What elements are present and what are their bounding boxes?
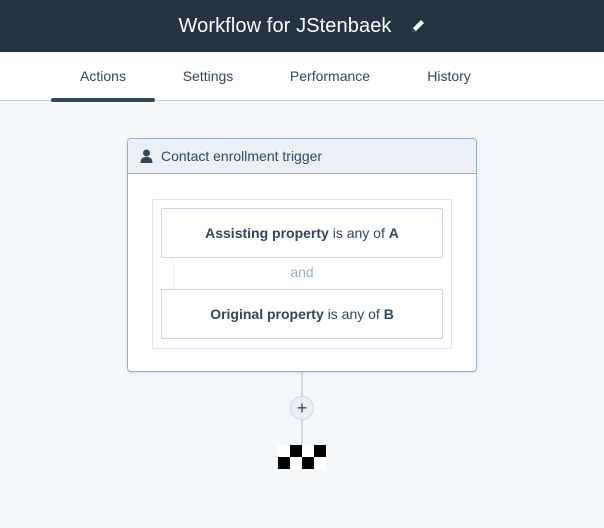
filter-group: Assisting property is any of A and Origi… — [152, 199, 452, 349]
tab-history[interactable]: History — [414, 52, 484, 100]
filter-original-property[interactable]: Original property is any of B — [161, 289, 443, 339]
pencil-icon[interactable] — [410, 18, 426, 34]
filter-operator: is any of — [332, 225, 385, 241]
plus-icon[interactable]: + — [290, 396, 314, 420]
tab-bar: Actions Settings Performance History — [0, 52, 604, 102]
filter-property: Original property — [210, 306, 324, 322]
filter-assisting-property[interactable]: Assisting property is any of A — [161, 208, 443, 258]
filter-property: Assisting property — [205, 225, 329, 241]
tab-actions[interactable]: Actions — [51, 52, 155, 102]
trigger-title: Contact enrollment trigger — [161, 148, 323, 164]
enrollment-trigger-card[interactable]: Contact enrollment trigger Assisting pro… — [127, 138, 477, 372]
tab-performance[interactable]: Performance — [280, 52, 380, 100]
filter-value: A — [388, 225, 399, 241]
flow-connector-top — [301, 372, 303, 396]
checkered-flag-icon — [278, 445, 326, 469]
workflow-title: Workflow for JStenbaek — [178, 14, 392, 37]
person-icon — [140, 149, 153, 163]
and-label: and — [290, 264, 314, 280]
add-action-label: + — [296, 398, 308, 418]
trigger-header: Contact enrollment trigger — [128, 139, 476, 174]
tab-settings[interactable]: Settings — [168, 52, 248, 100]
filter-operator: is any of — [327, 306, 380, 322]
workflow-header: Workflow for JStenbaek — [0, 0, 604, 52]
flow-connector-bottom — [301, 420, 303, 445]
filter-value: B — [383, 306, 394, 322]
